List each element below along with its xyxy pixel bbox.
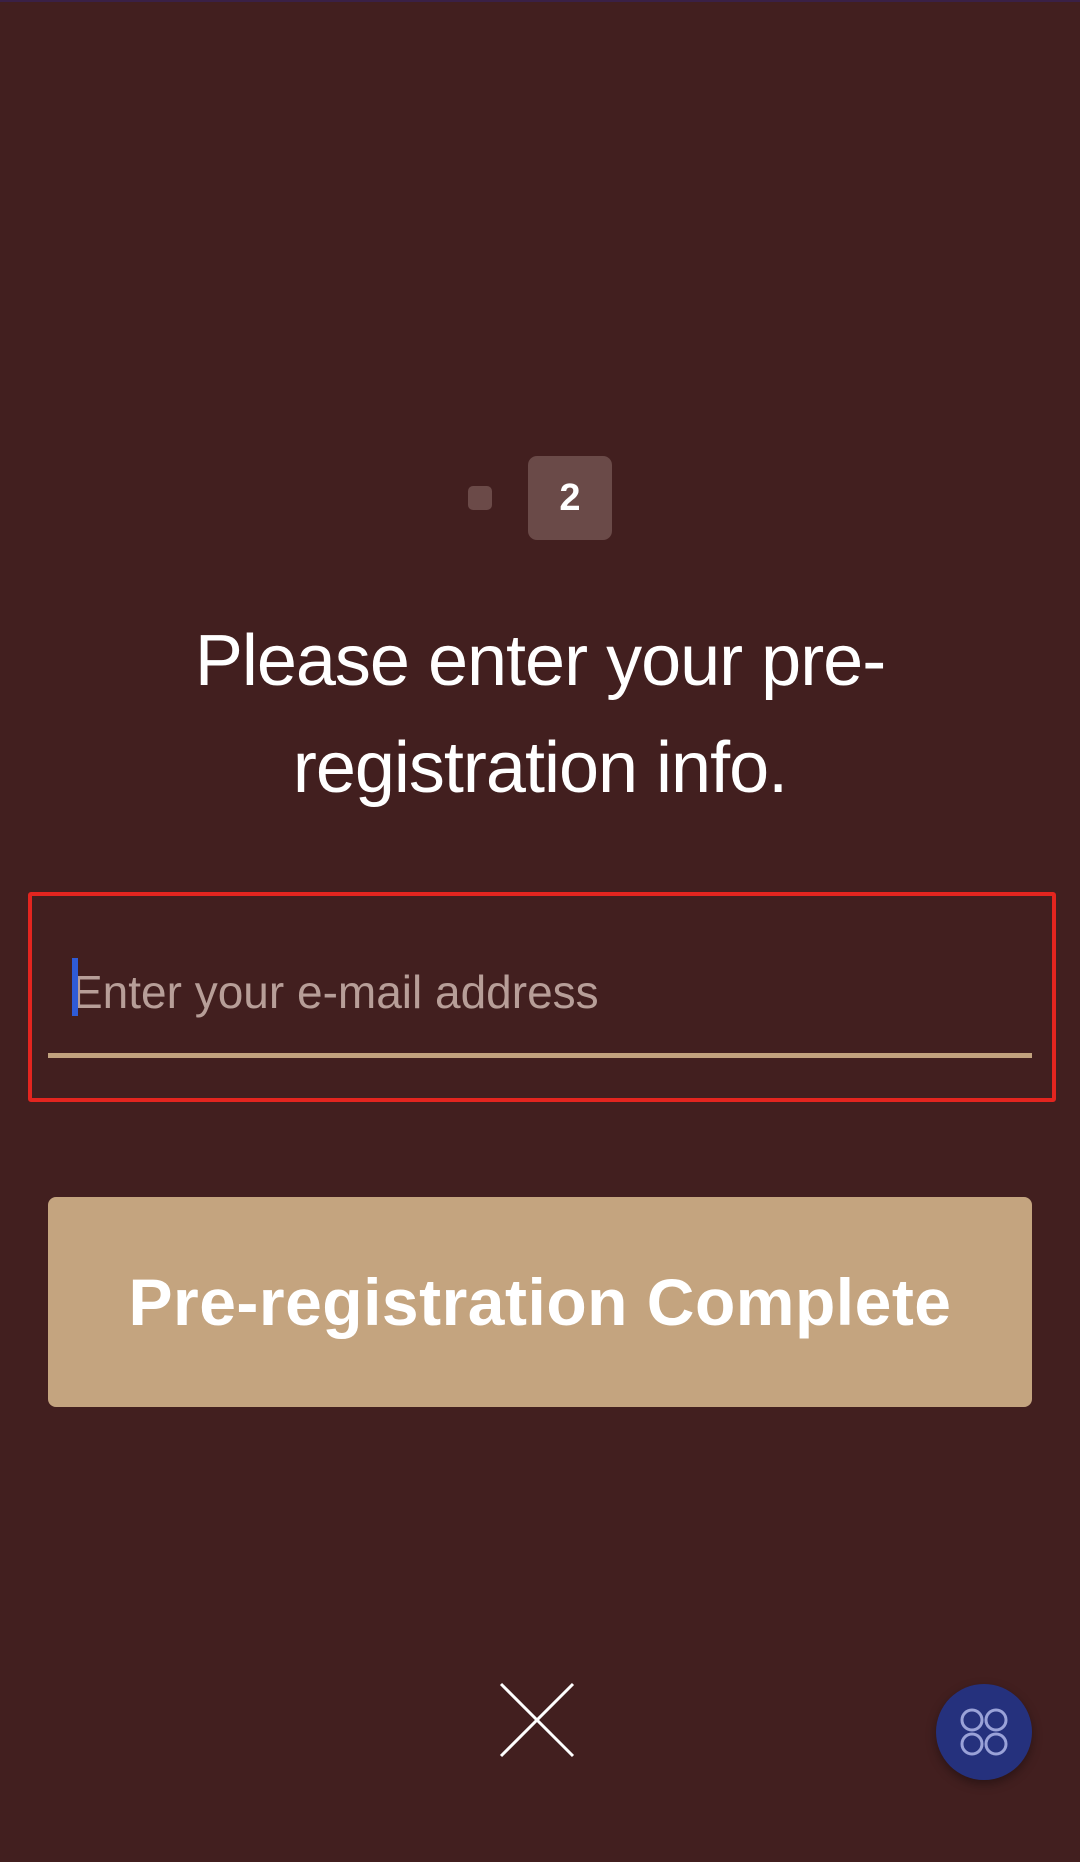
grid-icon [960, 1708, 1008, 1756]
step-2-indicator: 2 [528, 456, 612, 540]
step-indicator: 2 [0, 456, 1080, 540]
floating-menu-button[interactable] [936, 1684, 1032, 1780]
pre-registration-screen: 2 Please enter your pre-registration inf… [0, 0, 1080, 1862]
step-1-indicator [468, 486, 492, 510]
email-field[interactable] [48, 942, 1032, 1058]
page-title: Please enter your pre-registration info. [194, 621, 886, 808]
status-bar-strip [0, 0, 1080, 2]
email-input[interactable] [72, 954, 1012, 1030]
pre-registration-complete-button[interactable]: Pre-registration Complete [48, 1197, 1032, 1407]
text-cursor [72, 958, 78, 1016]
close-icon-graphic [499, 1682, 575, 1758]
close-icon[interactable] [497, 1680, 577, 1760]
